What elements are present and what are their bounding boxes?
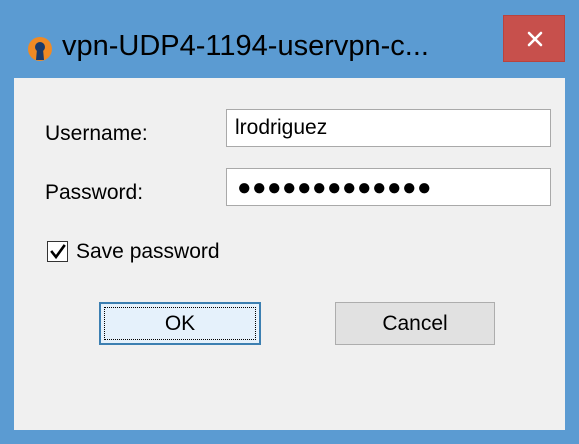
ok-button-label: OK xyxy=(164,312,196,335)
username-field[interactable]: lrodriguez xyxy=(226,109,551,147)
title-bar[interactable]: vpn-UDP4-1194-uservpn-c... xyxy=(0,0,579,78)
cancel-button-label: Cancel xyxy=(382,312,448,335)
save-password-checkbox[interactable] xyxy=(47,241,68,262)
dialog-body: Username: lrodriguez Password: ●●●●●●●●●… xyxy=(14,78,565,430)
username-label: Username: xyxy=(45,122,148,145)
cancel-button[interactable]: Cancel xyxy=(335,302,495,345)
password-label: Password: xyxy=(45,181,144,204)
openvpn-icon xyxy=(27,36,53,62)
password-field[interactable]: ●●●●●●●●●●●●● xyxy=(226,168,551,206)
password-mask: ●●●●●●●●●●●●● xyxy=(237,174,432,201)
window-title: vpn-UDP4-1194-uservpn-c... xyxy=(62,30,429,62)
close-button[interactable] xyxy=(503,15,565,62)
login-dialog-window: vpn-UDP4-1194-uservpn-c... Username: lro… xyxy=(0,0,579,444)
ok-button[interactable]: OK xyxy=(99,302,261,345)
save-password-label[interactable]: Save password xyxy=(76,240,220,264)
